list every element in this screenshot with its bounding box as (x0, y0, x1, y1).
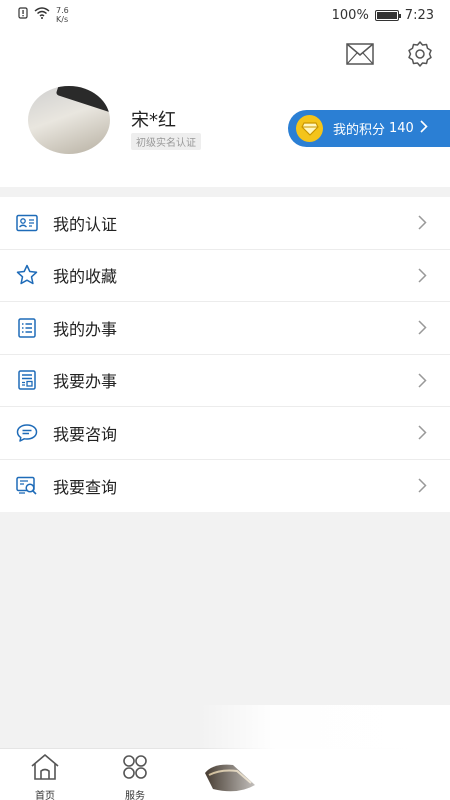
menu-item-my-certification[interactable]: 我的认证 (0, 197, 450, 250)
menu-label: 我的收藏 (53, 267, 118, 287)
battery-icon (374, 9, 401, 21)
net-speed-unit: K/s (56, 15, 69, 24)
header-actions (346, 40, 434, 68)
chat-bubble-icon (16, 422, 38, 444)
alert-icon (18, 7, 28, 23)
status-right: 100% 7:23 (332, 8, 434, 23)
menu-label: 我的办事 (53, 319, 118, 339)
list-doc-icon (16, 317, 38, 339)
form-doc-icon (16, 369, 38, 391)
search-doc-icon (16, 475, 38, 497)
diamond-coin-icon (296, 115, 323, 142)
tab-home[interactable]: 首页 (0, 749, 90, 800)
grid-icon (119, 753, 151, 785)
avatar[interactable] (28, 86, 110, 154)
menu-item-inquiry[interactable]: 我要查询 (0, 460, 450, 513)
menu-label: 我要查询 (53, 477, 118, 497)
status-left: 7.6 K/s (18, 6, 69, 24)
chevron-right-icon (418, 478, 430, 494)
points-value: 140 (389, 121, 414, 136)
auth-level-badge: 初级实名认证 (131, 133, 201, 150)
menu-label: 我要办事 (53, 372, 118, 392)
id-card-icon (16, 212, 38, 234)
clock: 7:23 (404, 7, 434, 23)
tab-label: 首页 (35, 791, 55, 800)
avatar-photo-keyboard (55, 86, 110, 117)
menu-label: 我要咨询 (53, 424, 118, 444)
net-speed: 7.6 K/s (56, 6, 69, 24)
star-icon (16, 264, 38, 286)
chevron-right-icon (418, 425, 430, 441)
menu-item-my-affairs[interactable]: 我的办事 (0, 302, 450, 355)
gear-icon[interactable] (406, 40, 434, 68)
battery-percent: 100% (331, 7, 369, 23)
chevron-right-icon (420, 120, 428, 137)
net-speed-value: 7.6 (56, 6, 69, 15)
profile-header: 宋*红 初级实名认证 我的积分 140 (0, 30, 450, 187)
home-icon (29, 753, 61, 785)
chevron-right-icon (418, 267, 430, 283)
fade-overlay (200, 705, 450, 800)
user-name: 宋*红 (131, 110, 176, 131)
tab-label: 服务 (125, 791, 145, 800)
menu-item-my-favorites[interactable]: 我的收藏 (0, 250, 450, 302)
menu-item-consult[interactable]: 我要咨询 (0, 407, 450, 460)
wifi-icon (34, 7, 50, 23)
chevron-right-icon (418, 372, 430, 388)
menu-label: 我的认证 (53, 214, 118, 234)
tab-services[interactable]: 服务 (90, 749, 180, 800)
mail-icon[interactable] (346, 40, 374, 68)
profile-menu: 我的认证 我的收藏 我的办事 我要办事 我要咨询 我要查询 (0, 197, 450, 512)
points-label: 我的积分 (333, 123, 386, 138)
status-bar: 7.6 K/s 100% 7:23 (0, 0, 450, 30)
chevron-right-icon (418, 215, 430, 231)
points-button[interactable]: 我的积分 140 (288, 110, 450, 147)
chevron-right-icon (418, 320, 430, 336)
battery-fill (376, 11, 397, 19)
menu-item-apply-affairs[interactable]: 我要办事 (0, 355, 450, 407)
